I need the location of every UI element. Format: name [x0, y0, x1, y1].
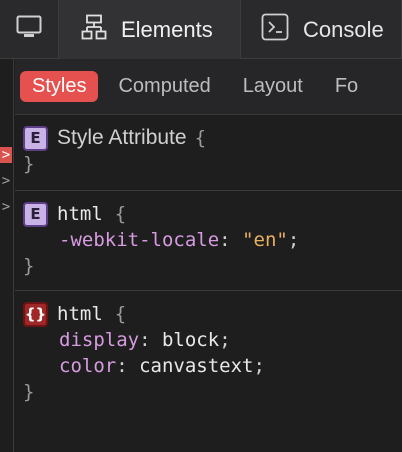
open-brace: {: [114, 303, 127, 325]
style-rule-attribute[interactable]: E Style Attribute { }: [15, 115, 402, 191]
subtab-styles[interactable]: Styles: [20, 71, 99, 102]
rule-selector[interactable]: Style Attribute: [57, 125, 187, 151]
subtab-layout[interactable]: Layout: [231, 71, 315, 102]
user-agent-braces-icon: {}: [23, 301, 48, 327]
monitor-icon: [16, 15, 42, 44]
colon: :: [139, 329, 151, 351]
property-name[interactable]: -webkit-locale: [59, 229, 219, 251]
element-badge-icon: E: [23, 125, 48, 151]
tab-elements-label: Elements: [121, 16, 213, 42]
property-value[interactable]: "en": [242, 229, 288, 251]
elements-tree-icon: [81, 14, 107, 45]
open-brace: {: [194, 127, 207, 149]
rule-selector[interactable]: html: [57, 301, 103, 327]
close-brace: }: [23, 255, 35, 277]
style-rule-html-locale[interactable]: E html { -webkit-locale: "en"; }: [15, 191, 402, 291]
open-brace: {: [114, 203, 127, 225]
close-brace: }: [23, 153, 35, 175]
tab-elements[interactable]: Elements: [59, 0, 241, 59]
rule-selector[interactable]: html: [57, 201, 103, 227]
declaration[interactable]: display: block;: [23, 327, 394, 353]
tab-console-label: Console: [303, 16, 384, 42]
property-name[interactable]: color: [59, 355, 116, 377]
tab-console[interactable]: Console: [241, 0, 402, 59]
console-prompt-icon: [261, 13, 289, 46]
semicolon: ;: [219, 329, 231, 351]
devtools-tab-bar: Elements Console: [0, 0, 402, 59]
disclosure-arrow[interactable]: >: [0, 173, 12, 189]
sidebar-subtabs: Styles Computed Layout Fo: [15, 59, 402, 115]
styles-sidebar: Styles Computed Layout Fo E Style Attrib…: [15, 59, 402, 452]
close-brace: }: [23, 381, 35, 403]
dom-tree-gutter: > > >: [0, 59, 14, 452]
element-badge-icon: E: [23, 201, 48, 227]
property-value[interactable]: block: [162, 329, 219, 351]
property-name[interactable]: display: [59, 329, 139, 351]
semicolon: ;: [287, 229, 300, 251]
disclosure-arrow[interactable]: >: [0, 199, 12, 215]
colon: :: [116, 355, 128, 377]
property-value[interactable]: canvastext: [139, 355, 253, 377]
device-toggle-tab[interactable]: [0, 0, 59, 59]
semicolon: ;: [253, 355, 265, 377]
declaration[interactable]: -webkit-locale: "en";: [23, 227, 394, 253]
colon: :: [219, 229, 231, 251]
declaration[interactable]: color: canvastext;: [23, 353, 394, 379]
subtab-computed[interactable]: Computed: [106, 71, 222, 102]
style-rule-html-useragent[interactable]: {} html { display: block; color: canvast…: [15, 291, 402, 421]
disclosure-arrow-active[interactable]: >: [0, 147, 12, 163]
subtab-font[interactable]: Fo: [323, 71, 370, 102]
